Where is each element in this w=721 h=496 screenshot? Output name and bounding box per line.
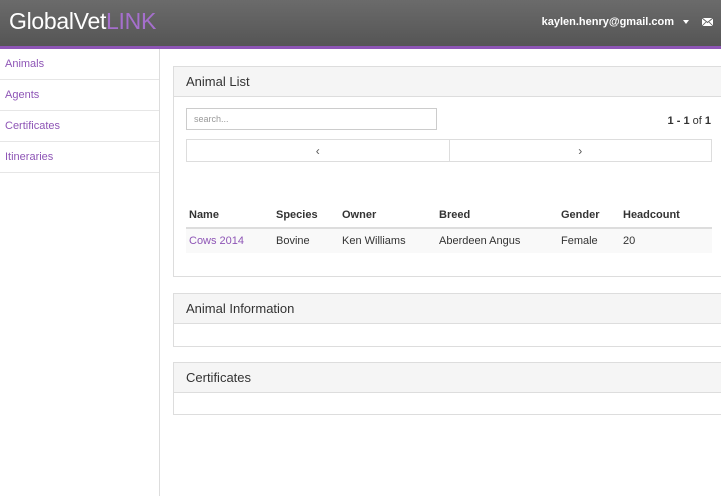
cell-species: Bovine xyxy=(273,228,339,253)
cell-headcount: 20 xyxy=(620,228,712,253)
column-header-species[interactable]: Species xyxy=(273,203,339,229)
cell-owner: Ken Williams xyxy=(339,228,436,253)
animal-list-panel: Animal List 1 - 1 of 1 ‹ › Name Species … xyxy=(173,66,721,277)
chevron-left-icon: ‹ xyxy=(315,143,320,158)
sidebar-item-animals[interactable]: Animals xyxy=(0,49,159,80)
column-header-headcount[interactable]: Headcount xyxy=(620,203,712,229)
user-email: kaylen.henry@gmail.com xyxy=(541,16,674,28)
panel-title: Animal Information xyxy=(174,294,721,324)
cell-name[interactable]: Cows 2014 xyxy=(186,228,273,253)
pager-count: 1 - 1 of 1 xyxy=(668,115,711,127)
table-header-row: Name Species Owner Breed Gender Headcoun… xyxy=(186,203,712,229)
certificates-panel: Certificates xyxy=(173,362,721,415)
top-navbar: GlobalVetLINK kaylen.henry@gmail.com xyxy=(0,0,721,49)
logo-text: GlobalVet xyxy=(9,8,107,34)
pager-total: 1 xyxy=(704,115,711,127)
animal-table: Name Species Owner Breed Gender Headcoun… xyxy=(186,203,712,253)
search-input[interactable] xyxy=(186,108,437,130)
pager-range: 1 - 1 xyxy=(667,115,690,127)
chevron-down-icon xyxy=(683,20,689,24)
sidebar-item-itineraries[interactable]: Itineraries xyxy=(0,142,159,173)
cell-breed: Aberdeen Angus xyxy=(436,228,558,253)
sidebar-item-certificates[interactable]: Certificates xyxy=(0,111,159,142)
panel-title: Certificates xyxy=(174,363,721,393)
sidebar-item-agents[interactable]: Agents xyxy=(0,80,159,111)
logo-accent-text: LINK xyxy=(106,8,156,34)
next-page-button[interactable]: › xyxy=(448,140,712,161)
chevron-right-icon: › xyxy=(578,143,583,158)
pager: ‹ › xyxy=(186,139,712,162)
column-header-name[interactable]: Name xyxy=(186,203,273,229)
app-logo[interactable]: GlobalVetLINK xyxy=(9,8,156,35)
column-header-owner[interactable]: Owner xyxy=(339,203,436,229)
previous-page-button[interactable]: ‹ xyxy=(187,140,449,161)
user-menu[interactable]: kaylen.henry@gmail.com xyxy=(542,16,689,28)
column-header-breed[interactable]: Breed xyxy=(436,203,558,229)
animal-information-panel: Animal Information xyxy=(173,293,721,347)
column-header-gender[interactable]: Gender xyxy=(558,203,620,229)
table-row[interactable]: Cows 2014 Bovine Ken Williams Aberdeen A… xyxy=(186,228,712,253)
panel-title: Animal List xyxy=(174,67,721,97)
pager-of: of xyxy=(692,115,702,127)
cell-gender: Female xyxy=(558,228,620,253)
envelope-icon[interactable] xyxy=(702,18,713,26)
sidebar: Animals Agents Certificates Itineraries xyxy=(0,49,160,496)
